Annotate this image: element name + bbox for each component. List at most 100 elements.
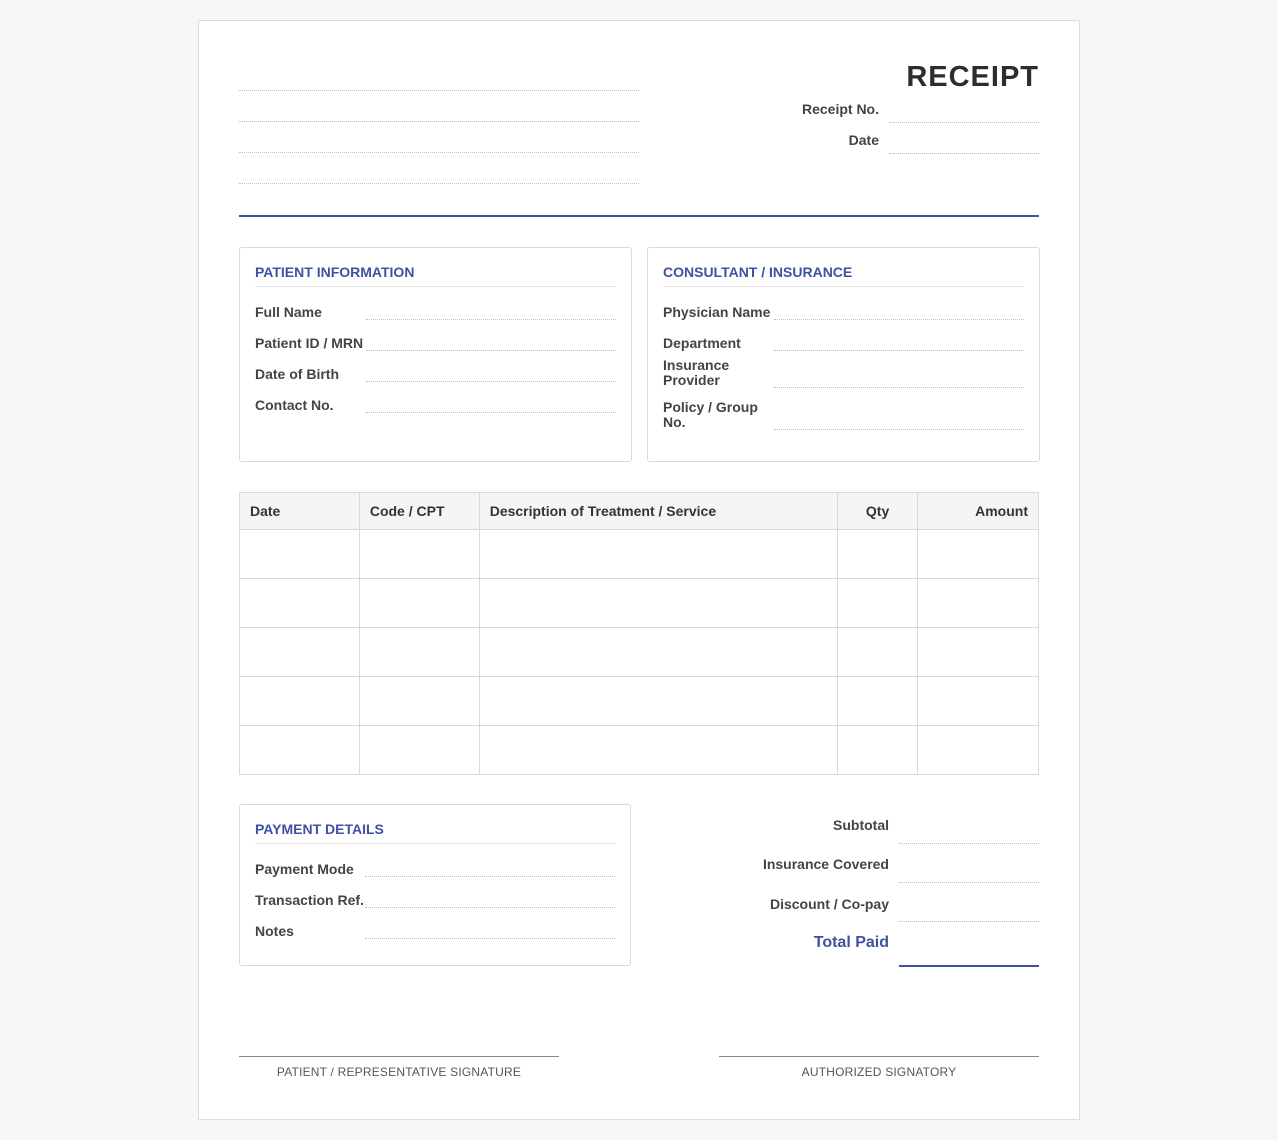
contact-no-input[interactable]	[366, 412, 616, 413]
table-row	[239, 725, 1039, 775]
table-cell[interactable]	[837, 725, 919, 775]
organization-address-line-1[interactable]	[239, 121, 639, 122]
total-paid-label: Total Paid	[813, 934, 889, 951]
physician-name-label: Physician Name	[663, 304, 771, 320]
authorized-signature-line[interactable]: AUTHORIZED SIGNATORY	[719, 1056, 1039, 1079]
consultant-insurance-box: CONSULTANT / INSURANCE Physician Name De…	[647, 247, 1040, 462]
subtotal-label: Subtotal	[833, 817, 889, 833]
table-cell[interactable]	[837, 676, 919, 726]
table-cell[interactable]	[837, 627, 919, 677]
patient-id-label: Patient ID / MRN	[255, 335, 364, 351]
physician-name-input[interactable]	[774, 319, 1024, 320]
table-cell[interactable]	[478, 627, 839, 677]
transaction-ref-input[interactable]	[365, 907, 615, 908]
table-row	[239, 529, 1039, 579]
receipt-no-label: Receipt No.	[801, 101, 879, 117]
column-header-amount: Amount	[917, 492, 1039, 530]
field-payment-mode: Payment Mode	[255, 857, 615, 877]
transaction-ref-label: Transaction Ref.	[255, 892, 364, 908]
column-header-description: Description of Treatment / Service	[478, 492, 839, 530]
payment-details-title: PAYMENT DETAILS	[255, 821, 615, 844]
field-department: Department	[663, 331, 1024, 351]
insurance-provider-label: Insurance Provider	[663, 357, 730, 388]
contact-no-label: Contact No.	[255, 397, 334, 413]
field-patient-id: Patient ID / MRN	[255, 331, 616, 351]
table-cell[interactable]	[358, 676, 480, 726]
receipt-date-label: Date	[848, 132, 879, 148]
date-of-birth-input[interactable]	[366, 381, 616, 382]
table-cell[interactable]	[358, 627, 480, 677]
column-header-qty: Qty	[837, 492, 919, 530]
field-date-of-birth: Date of Birth	[255, 362, 616, 382]
field-notes: Notes	[255, 919, 615, 939]
patient-information-box: PATIENT INFORMATION Full Name Patient ID…	[239, 247, 632, 462]
table-row	[239, 676, 1039, 726]
table-cell[interactable]	[837, 529, 919, 579]
table-cell[interactable]	[478, 725, 839, 775]
table-cell[interactable]	[917, 529, 1039, 579]
discount-label: Discount / Co-pay	[769, 896, 889, 912]
table-cell[interactable]	[239, 529, 360, 579]
table-cell[interactable]	[917, 725, 1039, 775]
policy-group-no-input[interactable]	[774, 429, 1024, 430]
organization-address-line-2[interactable]	[239, 152, 639, 153]
table-row	[239, 578, 1039, 628]
receipt-no-field[interactable]	[889, 122, 1039, 123]
table-cell[interactable]	[917, 676, 1039, 726]
services-table: Date Code / CPT Description of Treatment…	[239, 492, 1039, 775]
table-cell[interactable]	[239, 578, 360, 628]
table-cell[interactable]	[917, 578, 1039, 628]
organization-contact-line[interactable]	[239, 183, 639, 184]
patient-signature-line[interactable]: PATIENT / REPRESENTATIVE SIGNATURE	[239, 1056, 559, 1079]
receipt-no-row: Receipt No.	[739, 101, 1039, 123]
insurance-covered-label: Insurance Covered	[762, 856, 889, 872]
table-cell[interactable]	[358, 578, 480, 628]
table-cell[interactable]	[837, 578, 919, 628]
payment-mode-label: Payment Mode	[255, 861, 354, 877]
table-cell[interactable]	[358, 529, 480, 579]
date-of-birth-label: Date of Birth	[255, 366, 339, 382]
total-paid-field[interactable]	[899, 965, 1039, 967]
receipt-page: RECEIPT Receipt No. Date PATIENT INFORMA…	[198, 20, 1080, 1120]
notes-label: Notes	[255, 923, 294, 939]
insurance-covered-field[interactable]	[899, 882, 1039, 883]
table-header-row: Date Code / CPT Description of Treatment…	[239, 492, 1039, 530]
receipt-title: RECEIPT	[906, 61, 1039, 93]
table-row	[239, 627, 1039, 677]
field-contact-no: Contact No.	[255, 393, 616, 413]
payment-mode-input[interactable]	[365, 876, 615, 877]
department-label: Department	[663, 335, 741, 351]
receipt-date-field[interactable]	[889, 153, 1039, 154]
table-cell[interactable]	[478, 578, 839, 628]
patient-information-title: PATIENT INFORMATION	[255, 264, 616, 287]
field-full-name: Full Name	[255, 300, 616, 320]
column-header-code: Code / CPT	[358, 492, 480, 530]
payment-details-box: PAYMENT DETAILS Payment Mode Transaction…	[239, 804, 631, 966]
insurance-covered-row: Insurance Covered	[739, 853, 1039, 883]
table-cell[interactable]	[239, 725, 360, 775]
consultant-insurance-title: CONSULTANT / INSURANCE	[663, 264, 1024, 287]
field-insurance-provider: Insurance Provider	[663, 358, 1024, 388]
total-paid-row: Total Paid	[739, 931, 1039, 967]
policy-group-no-label: Policy / Group No.	[663, 399, 758, 430]
receipt-date-row: Date	[739, 132, 1039, 154]
organization-name-line[interactable]	[239, 90, 639, 91]
table-cell[interactable]	[478, 529, 839, 579]
table-cell[interactable]	[358, 725, 480, 775]
discount-row: Discount / Co-pay	[739, 892, 1039, 922]
table-cell[interactable]	[239, 676, 360, 726]
field-transaction-ref: Transaction Ref.	[255, 888, 615, 908]
authorized-signature-label: AUTHORIZED SIGNATORY	[801, 1065, 957, 1079]
notes-input[interactable]	[365, 938, 615, 939]
insurance-provider-input[interactable]	[774, 387, 1024, 388]
table-cell[interactable]	[478, 676, 839, 726]
patient-signature-label: PATIENT / REPRESENTATIVE SIGNATURE	[276, 1065, 522, 1079]
field-physician-name: Physician Name	[663, 300, 1024, 320]
full-name-input[interactable]	[366, 319, 616, 320]
subtotal-field[interactable]	[899, 843, 1039, 844]
table-cell[interactable]	[239, 627, 360, 677]
table-cell[interactable]	[917, 627, 1039, 677]
department-input[interactable]	[774, 350, 1024, 351]
discount-field[interactable]	[899, 921, 1039, 922]
patient-id-input[interactable]	[366, 350, 616, 351]
